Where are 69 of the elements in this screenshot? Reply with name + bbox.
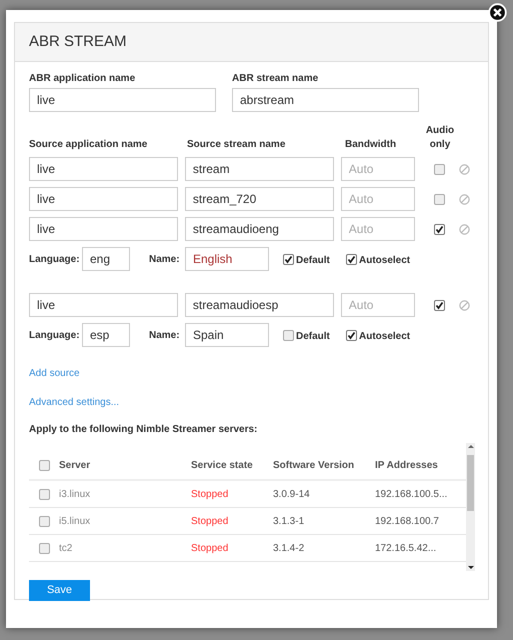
- language-label: Language:: [29, 328, 81, 342]
- checkbox[interactable]: [283, 254, 294, 264]
- column-header: Bandwidth: [345, 138, 398, 152]
- source-stream-field[interactable]: stream: [184, 157, 334, 181]
- server-cell: tc2: [59, 542, 72, 554]
- stream-name-field[interactable]: abrstream: [232, 88, 419, 112]
- column-header: Source application name: [29, 138, 148, 152]
- bandwidth-field[interactable]: Auto: [340, 217, 415, 241]
- language-field[interactable]: eng: [82, 247, 130, 271]
- checkbox[interactable]: [346, 254, 357, 264]
- scrollbar[interactable]: [466, 443, 475, 571]
- checkbox[interactable]: [283, 330, 294, 340]
- checkbox[interactable]: [434, 300, 445, 310]
- save-button[interactable]: Save: [29, 580, 90, 601]
- column-header: Audio only: [424, 124, 456, 152]
- servers-title: Apply to the following Nimble Streamer servers:: [29, 423, 258, 437]
- source-stream-field[interactable]: stream_720: [184, 187, 334, 211]
- autoselect-label: Autoselect: [359, 330, 410, 344]
- state-cell: Stopped: [191, 488, 228, 500]
- ip-cell: 192.168.100.7: [375, 516, 439, 526]
- column-header: Software Version: [273, 460, 354, 470]
- server-cell: i5.linux: [59, 516, 90, 526]
- language-label: Language:: [29, 252, 81, 266]
- source-stream-field[interactable]: streamaudioeng: [184, 217, 334, 241]
- checkbox[interactable]: [38, 460, 50, 470]
- name-label: Name:: [149, 328, 181, 342]
- remove-icon[interactable]: [458, 300, 470, 310]
- source-app-field[interactable]: live: [29, 157, 178, 181]
- field-label: ABR application name: [29, 72, 136, 86]
- column-header: IP Addresses: [375, 460, 438, 470]
- remove-icon[interactable]: [458, 194, 470, 204]
- column-header: Service state: [191, 460, 253, 470]
- close-icon[interactable]: [488, 3, 507, 22]
- remove-icon[interactable]: [458, 164, 470, 174]
- version-cell: 3.1.4-2: [273, 542, 304, 554]
- language-field[interactable]: esp: [82, 323, 130, 347]
- source-app-field[interactable]: live: [29, 217, 178, 241]
- version-cell: 3.1.3-1: [273, 516, 304, 526]
- checkbox[interactable]: [434, 194, 445, 204]
- dialog-title: ABR STREAM: [29, 32, 127, 52]
- server-cell: i3.linux: [59, 488, 90, 500]
- autoselect-label: Autoselect: [359, 254, 410, 268]
- source-app-field[interactable]: live: [29, 293, 178, 317]
- field-label: ABR stream name: [232, 72, 320, 86]
- checkbox[interactable]: [38, 542, 50, 554]
- name-label: Name:: [149, 252, 181, 266]
- default-label: Default: [296, 330, 330, 344]
- state-cell: Stopped: [191, 516, 228, 526]
- track-name-field[interactable]: Spain: [185, 323, 269, 347]
- checkbox[interactable]: [38, 516, 50, 526]
- default-label: Default: [296, 254, 330, 268]
- version-cell: 3.0.9-14: [273, 488, 310, 500]
- checkbox[interactable]: [38, 488, 50, 500]
- column-header: Source stream name: [187, 138, 286, 152]
- app-name-field[interactable]: live: [29, 88, 216, 112]
- bandwidth-field[interactable]: Auto: [340, 187, 415, 211]
- checkbox[interactable]: [346, 330, 357, 340]
- bandwidth-field[interactable]: Auto: [340, 293, 415, 317]
- track-name-field[interactable]: English: [185, 247, 269, 271]
- checkbox[interactable]: [434, 224, 445, 234]
- source-stream-field[interactable]: streamaudioesp: [184, 293, 334, 317]
- ip-cell: 192.168.100.5...: [375, 488, 448, 500]
- state-cell: Stopped: [191, 542, 228, 554]
- source-app-field[interactable]: live: [29, 187, 178, 211]
- bandwidth-field[interactable]: Auto: [340, 157, 415, 181]
- remove-icon[interactable]: [458, 224, 470, 234]
- column-header: Server: [59, 460, 90, 470]
- ip-cell: 172.16.5.42...: [375, 542, 436, 554]
- checkbox[interactable]: [434, 164, 445, 174]
